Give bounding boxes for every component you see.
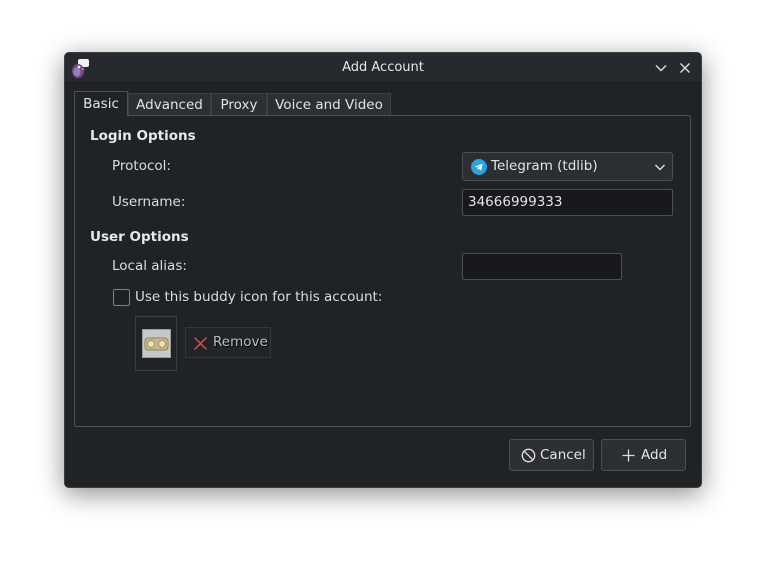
protocol-label: Protocol:	[112, 158, 171, 174]
cancel-button[interactable]: Cancel	[509, 439, 594, 471]
username-label: Username:	[112, 194, 186, 210]
tab-advanced[interactable]: Advanced	[128, 93, 211, 115]
titlebar[interactable]: Add Account	[65, 53, 701, 83]
x-icon	[194, 337, 207, 350]
chevron-down-icon[interactable]	[652, 59, 670, 77]
local-alias-field[interactable]	[462, 253, 622, 280]
protocol-dropdown[interactable]: Telegram (tdlib)	[462, 152, 673, 181]
add-label: Add	[641, 447, 668, 463]
login-options-heading: Login Options	[90, 128, 196, 144]
remove-label: Remove	[213, 334, 268, 350]
add-account-dialog: Add Account Basic Advanced Proxy Voice a…	[64, 52, 702, 488]
tab-basic[interactable]: Basic	[74, 91, 128, 116]
add-button[interactable]: Add	[601, 439, 686, 471]
image-placeholder-icon	[142, 329, 171, 358]
remove-button[interactable]: Remove	[185, 327, 271, 358]
window-title: Add Account	[342, 60, 424, 75]
cancel-label: Cancel	[540, 447, 586, 463]
tab-voice-and-video[interactable]: Voice and Video	[267, 93, 391, 115]
cancel-icon	[521, 448, 536, 463]
close-icon[interactable]	[676, 59, 694, 77]
username-field[interactable]: 34666999333	[462, 189, 673, 216]
buddy-icon-checkbox-label[interactable]: Use this buddy icon for this account:	[135, 289, 382, 305]
tab-proxy[interactable]: Proxy	[211, 93, 267, 115]
buddy-icon-button[interactable]	[135, 316, 177, 371]
chevron-down-icon	[655, 164, 665, 171]
buddy-icon-checkbox[interactable]	[113, 289, 130, 306]
user-options-heading: User Options	[90, 229, 189, 245]
protocol-value: Telegram (tdlib)	[491, 158, 598, 174]
plus-icon	[622, 449, 635, 462]
local-alias-label: Local alias:	[112, 258, 187, 274]
telegram-icon	[471, 159, 487, 175]
